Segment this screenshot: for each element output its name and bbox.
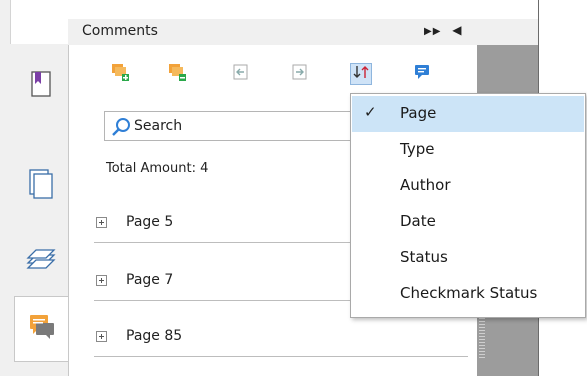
- sort-menu-item-type[interactable]: Type: [352, 132, 584, 168]
- group-label: Page 85: [126, 328, 183, 344]
- expand-plus-icon[interactable]: [96, 331, 107, 342]
- export-button[interactable]: [289, 63, 311, 85]
- collapse-all-comments-icon: [167, 62, 187, 86]
- import-button[interactable]: [230, 63, 252, 85]
- document-area-header: [476, 19, 538, 45]
- search-placeholder: Search: [134, 118, 183, 134]
- sort-menu-item-date[interactable]: Date: [352, 204, 584, 240]
- bookmark-page-icon: [29, 70, 53, 102]
- sort-button[interactable]: [350, 63, 372, 85]
- expand-panel-icon[interactable]: ▶▶: [424, 26, 441, 37]
- sort-menu: ✓ Page Type Author Date Status Checkmark…: [350, 93, 586, 318]
- menu-item-label: Author: [400, 176, 451, 194]
- menu-item-label: Checkmark Status: [400, 284, 538, 302]
- top-strip: [10, 0, 538, 19]
- sort-menu-item-checkmark-status[interactable]: Checkmark Status: [352, 276, 584, 312]
- menu-item-label: Page: [400, 104, 437, 122]
- comments-tab[interactable]: [14, 296, 68, 362]
- layers-tab[interactable]: [14, 230, 68, 290]
- menu-item-label: Status: [400, 248, 448, 266]
- expand-plus-icon[interactable]: [96, 217, 107, 228]
- import-comments-icon: [232, 63, 250, 85]
- pages-icon: [27, 168, 55, 204]
- group-label: Page 5: [126, 214, 174, 230]
- sort-menu-item-author[interactable]: Author: [352, 168, 584, 204]
- checkmark-icon: ✓: [364, 103, 377, 121]
- navigation-strip: [10, 44, 68, 376]
- panel-title: Comments: [82, 23, 158, 39]
- total-amount: Total Amount: 4: [106, 161, 209, 176]
- pages-tab[interactable]: [14, 156, 68, 216]
- panel-header-controls: ▶▶ ◀: [424, 23, 462, 37]
- expand-all-button[interactable]: [109, 63, 131, 85]
- menu-item-label: Type: [400, 140, 435, 158]
- comment-options-icon: [413, 63, 431, 85]
- layers-icon: [26, 245, 56, 275]
- expand-plus-icon[interactable]: [96, 275, 107, 286]
- sort-icon: [353, 64, 369, 84]
- search-icon: [110, 116, 132, 142]
- sort-menu-item-status[interactable]: Status: [352, 240, 584, 276]
- menu-item-label: Date: [400, 212, 436, 230]
- group-label: Page 7: [126, 272, 174, 288]
- collapse-panel-icon[interactable]: ◀: [452, 23, 462, 37]
- export-comments-icon: [291, 63, 309, 85]
- comments-icon: [28, 313, 56, 345]
- panel-resize-grip[interactable]: [479, 318, 485, 358]
- options-button[interactable]: [411, 63, 433, 85]
- expand-all-comments-icon: [110, 62, 130, 86]
- collapse-all-button[interactable]: [166, 63, 188, 85]
- group-row[interactable]: Page 85: [94, 320, 468, 357]
- sort-menu-item-page[interactable]: ✓ Page: [352, 96, 584, 132]
- bookmarks-tab[interactable]: [14, 56, 68, 116]
